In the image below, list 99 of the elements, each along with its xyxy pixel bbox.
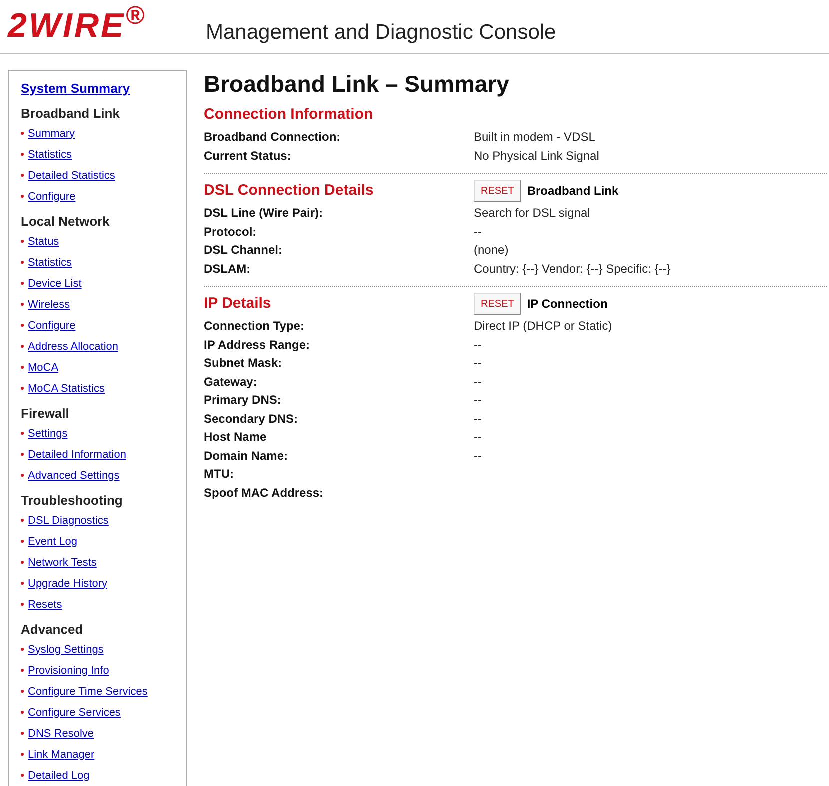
section-heading: DSL Connection Details — [204, 182, 375, 200]
sidebar-link[interactable]: Detailed Log — [28, 768, 90, 782]
sidebar-link[interactable]: MoCA — [28, 360, 59, 374]
sidebar-link[interactable]: Event Log — [28, 534, 78, 548]
page-title: Broadband Link – Summary — [204, 70, 510, 98]
bullet-icon — [21, 366, 24, 369]
reset-label: IP Connection — [527, 296, 608, 313]
sidebar-link[interactable]: Configure — [28, 318, 76, 332]
bullet-icon — [21, 474, 24, 477]
sidebar-link[interactable]: Link Manager — [28, 748, 95, 762]
bullet-icon — [21, 174, 24, 177]
sidebar-link[interactable]: Statistics — [28, 256, 72, 270]
bullet-icon — [21, 282, 24, 285]
sidebar-link[interactable]: Detailed Information — [28, 448, 126, 462]
sidebar-link[interactable]: Device List — [28, 276, 82, 290]
bullet-icon — [21, 669, 24, 672]
field-value: -- — [474, 355, 482, 372]
field-value: (none) — [474, 242, 509, 260]
section-heading: IP Details — [204, 295, 272, 313]
field-value: Search for DSL signal — [474, 205, 590, 222]
field-label: Current Status: — [204, 148, 292, 165]
bullet-icon — [21, 324, 24, 327]
reset-label: Broadband Link — [527, 183, 619, 200]
console-title: Management and Diagnostic Console — [206, 22, 556, 43]
bullet-icon — [21, 453, 24, 456]
sidebar-link[interactable]: DSL Diagnostics — [28, 514, 109, 528]
field-value: Direct IP (DHCP or Static) — [474, 318, 612, 336]
bullet-icon — [21, 345, 24, 348]
bullet-icon — [21, 387, 24, 390]
sidebar-link[interactable]: DNS Resolve — [28, 726, 94, 740]
field-label: Secondary DNS: — [204, 410, 300, 428]
bullet-icon — [21, 303, 24, 306]
field-label: Subnet Mask: — [204, 355, 284, 372]
bullet-icon — [21, 261, 24, 264]
field-label: Broadband Connection: — [204, 129, 342, 146]
sidebar-heading: Troubleshooting — [21, 492, 124, 510]
field-label: Domain Name: — [204, 448, 290, 465]
sidebar-link[interactable]: Configure Time Services — [28, 684, 148, 698]
field-value: -- — [474, 224, 482, 241]
bullet-icon — [21, 561, 24, 564]
sidebar-link[interactable]: Detailed Statistics — [28, 168, 116, 182]
field-label: IP Address Range: — [204, 336, 312, 354]
sidebar-link[interactable]: Settings — [28, 426, 68, 440]
reset-button[interactable]: RESET — [474, 180, 522, 202]
bullet-icon — [21, 753, 24, 756]
field-label: DSL Line (Wire Pair): — [204, 205, 324, 222]
bullet-icon — [21, 519, 24, 522]
bullet-icon — [21, 603, 24, 606]
field-value: -- — [474, 448, 482, 465]
field-value: -- — [474, 392, 482, 410]
sidebar-link[interactable]: Resets — [28, 598, 62, 612]
field-label: Connection Type: — [204, 318, 306, 336]
field-label: MTU: — [204, 466, 235, 484]
system-summary-link[interactable]: System Summary — [21, 79, 130, 99]
bullet-icon — [21, 648, 24, 651]
bullet-icon — [21, 432, 24, 435]
bullet-icon — [21, 690, 24, 693]
sidebar-link[interactable]: Configure — [28, 190, 76, 204]
field-value: Country: {--} Vendor: {--} Specific: {--} — [474, 260, 671, 278]
field-label: Gateway: — [204, 374, 258, 391]
field-value: -- — [474, 336, 482, 354]
sidebar-link[interactable]: Syslog Settings — [28, 642, 104, 656]
sidebar-heading: Broadband Link — [21, 105, 121, 123]
sidebar-link[interactable]: Configure Services — [28, 706, 121, 720]
field-value: Built in modem - VDSL — [474, 129, 596, 146]
sidebar-link[interactable]: Status — [28, 234, 60, 248]
reset-button[interactable]: RESET — [474, 293, 522, 315]
bullet-icon — [21, 195, 24, 198]
field-label: Spoof MAC Address: — [204, 484, 325, 502]
field-label: Host Name — [204, 429, 268, 446]
field-value: -- — [474, 374, 482, 391]
bullet-icon — [21, 132, 24, 135]
sidebar-heading: Local Network — [21, 213, 111, 231]
sidebar-link[interactable]: Upgrade History — [28, 576, 108, 590]
sidebar-link[interactable]: Network Tests — [28, 556, 97, 570]
bullet-icon — [21, 153, 24, 156]
field-value: -- — [474, 410, 482, 428]
field-label: Primary DNS: — [204, 392, 282, 410]
sidebar-heading: Firewall — [21, 405, 70, 423]
sidebar-link[interactable]: Provisioning Info — [28, 664, 110, 678]
bullet-icon — [21, 240, 24, 243]
field-label: DSLAM: — [204, 260, 252, 278]
field-value: -- — [474, 429, 482, 446]
bullet-icon — [21, 774, 24, 777]
sidebar-link[interactable]: Statistics — [28, 148, 72, 162]
sidebar-heading: Advanced — [21, 621, 84, 639]
bullet-icon — [21, 711, 24, 714]
bullet-icon — [21, 732, 24, 735]
sidebar-link[interactable]: MoCA Statistics — [28, 382, 106, 396]
sidebar-link[interactable]: Advanced Settings — [28, 468, 120, 482]
bullet-icon — [21, 582, 24, 585]
field-label: DSL Channel: — [204, 242, 284, 260]
bullet-icon — [21, 540, 24, 543]
sidebar-link[interactable]: Wireless — [28, 298, 70, 312]
sidebar-link[interactable]: Summary — [28, 126, 76, 140]
section-heading: Connection Information — [204, 106, 374, 124]
field-value: No Physical Link Signal — [474, 148, 600, 165]
field-label: Protocol: — [204, 224, 258, 241]
sidebar-link[interactable]: Address Allocation — [28, 340, 118, 354]
